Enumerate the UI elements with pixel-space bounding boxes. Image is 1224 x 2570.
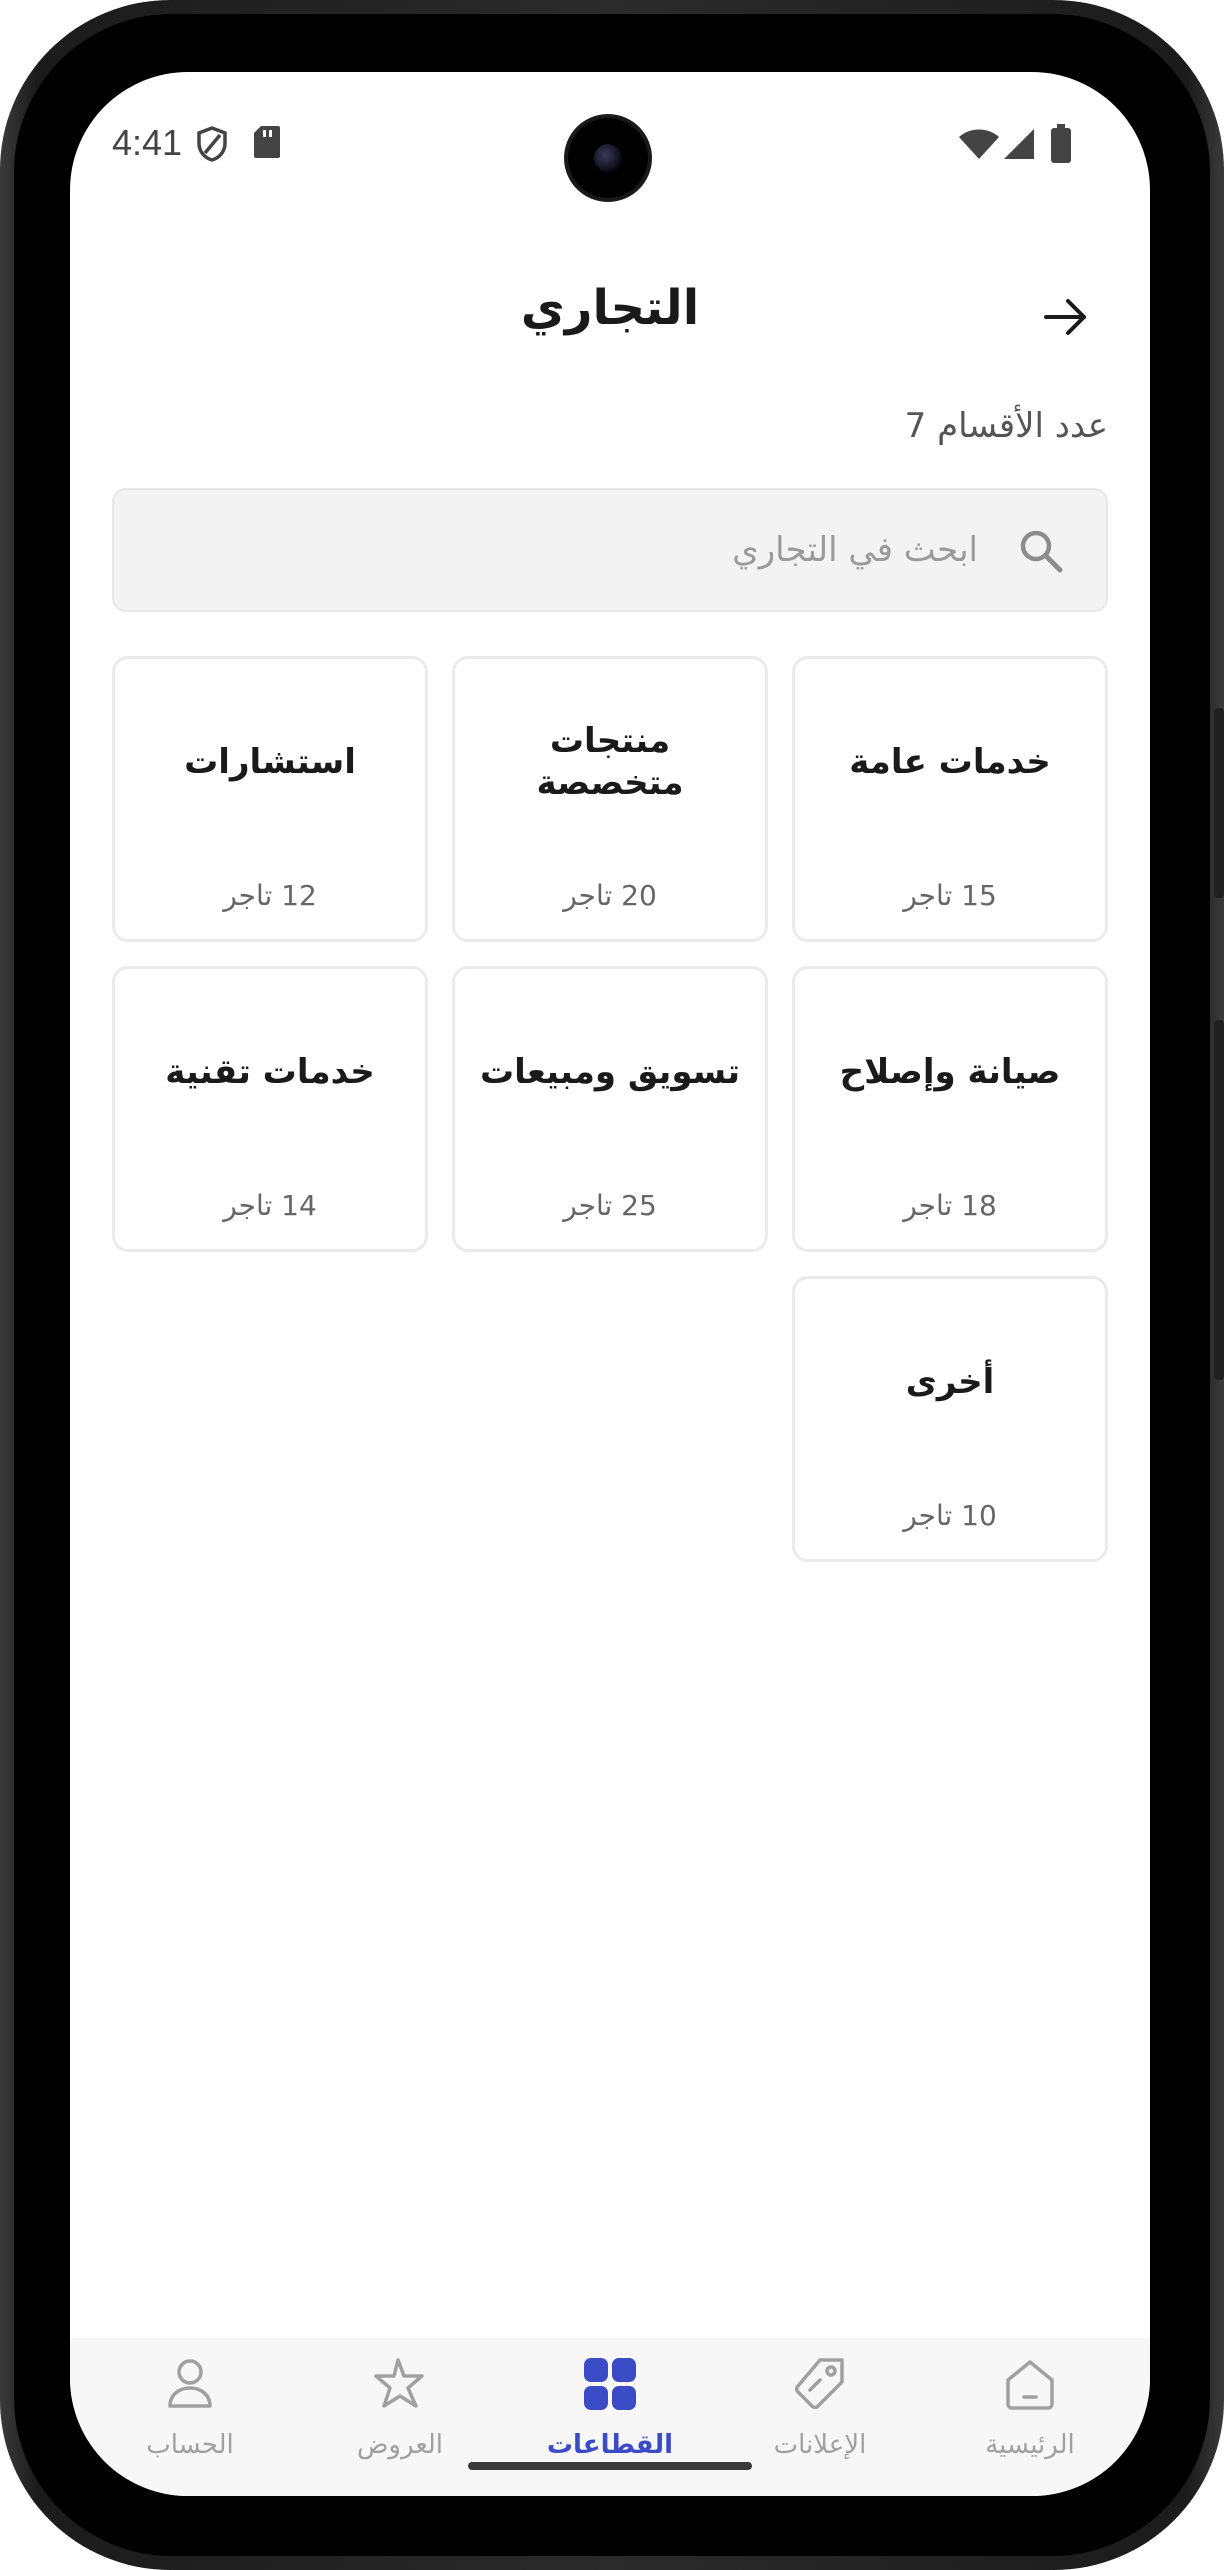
nav-label: الإعلانات	[773, 2430, 867, 2460]
home-icon	[1006, 2360, 1054, 2410]
back-arrow-icon[interactable]	[1040, 292, 1090, 342]
power-button	[1214, 1020, 1224, 1380]
category-card[interactable]: تسويق ومبيعات 25 تاجر	[452, 966, 768, 1252]
search-bar[interactable]	[112, 488, 1108, 612]
top-bar: التجاري	[70, 262, 1150, 362]
category-name: أخرى	[905, 1361, 995, 1402]
category-card[interactable]: خدمات تقنية 14 تاجر	[112, 966, 428, 1252]
category-count: 10 تاجر	[903, 1499, 997, 1532]
category-count: 18 تاجر	[903, 1189, 997, 1222]
volume-button	[1214, 708, 1224, 898]
category-name: خدمات تقنية	[165, 1051, 375, 1092]
phone-frame: 4:41 التجاري عدد الأقسام 7 ابحث في التجا…	[0, 0, 1224, 2570]
category-name: منتجات متخصصة	[536, 720, 684, 804]
star-icon	[374, 2358, 424, 2408]
user-icon	[168, 2359, 212, 2408]
category-card[interactable]: صيانة وإصلاح 18 تاجر	[792, 966, 1108, 1252]
category-count: 20 تاجر	[563, 879, 657, 912]
shield-icon	[197, 126, 227, 162]
nav-item-ads[interactable]: الإعلانات	[720, 2338, 920, 2496]
page-title: التجاري	[520, 280, 700, 336]
category-count: 15 تاجر	[903, 879, 997, 912]
category-name: استشارات	[184, 741, 356, 782]
home-indicator[interactable]	[468, 2462, 752, 2470]
status-time: 4:41	[112, 122, 183, 163]
nav-item-offers[interactable]: العروض	[300, 2338, 500, 2496]
nav-label: الرئيسية	[985, 2430, 1075, 2460]
search-icon	[1020, 530, 1063, 573]
battery-icon	[1051, 124, 1071, 163]
nav-item-home[interactable]: الرئيسية	[930, 2338, 1130, 2496]
nav-label: الحساب	[146, 2430, 234, 2460]
category-count: 14 تاجر	[223, 1189, 317, 1222]
grid-icon	[584, 2358, 636, 2410]
front-camera	[568, 118, 648, 198]
nav-label: القطاعات	[546, 2430, 674, 2460]
category-count: 12 تاجر	[223, 879, 317, 912]
category-count: 25 تاجر	[563, 1189, 657, 1222]
category-card[interactable]: أخرى 10 تاجر	[792, 1276, 1108, 1562]
category-name: تسويق ومبيعات	[480, 1051, 740, 1092]
category-card[interactable]: خدمات عامة 15 تاجر	[792, 656, 1108, 942]
wifi-icon	[959, 129, 999, 159]
bottom-nav: الرئيسية الإعلانات القطاعات العروض الحسا…	[70, 2338, 1150, 2496]
category-card[interactable]: منتجات متخصصة 20 تاجر	[452, 656, 768, 942]
sections-count: عدد الأقسام 7	[904, 406, 1108, 446]
screen: 4:41 التجاري عدد الأقسام 7 ابحث في التجا…	[70, 72, 1150, 2496]
nav-item-account[interactable]: الحساب	[90, 2338, 290, 2496]
tag-icon	[794, 2358, 844, 2410]
sd-card-icon	[254, 126, 280, 158]
category-name: خدمات عامة	[849, 741, 1051, 782]
category-card[interactable]: استشارات 12 تاجر	[112, 656, 428, 942]
nav-label: العروض	[356, 2430, 444, 2460]
nav-item-sectors[interactable]: القطاعات	[510, 2338, 710, 2496]
category-name: صيانة وإصلاح	[839, 1051, 1061, 1092]
search-input[interactable]	[278, 520, 978, 580]
signal-icon	[1004, 129, 1034, 159]
